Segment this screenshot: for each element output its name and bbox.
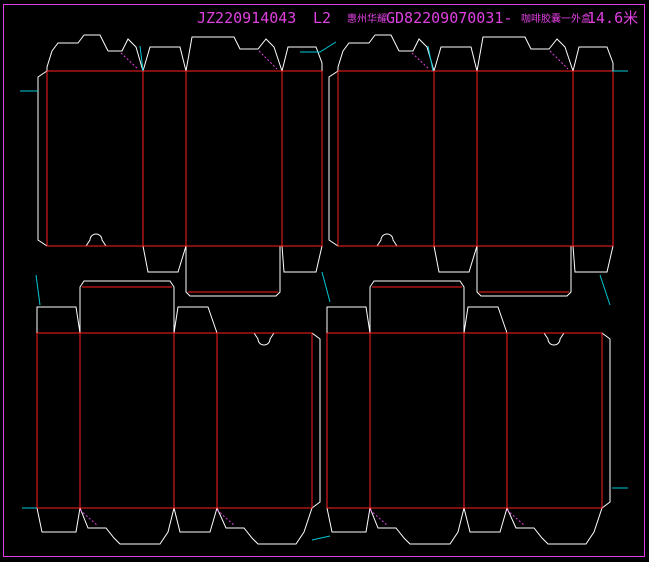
order-code: GD82209070031-: [386, 9, 512, 27]
die-cut-layout-drawing: JZ220914043 L2 惠州华耀 GD82209070031- 咖啡胶囊一…: [0, 0, 649, 562]
layout-code: L2: [313, 9, 331, 27]
customer-name: 惠州华耀: [347, 12, 387, 25]
sheet-size: 14.6米: [587, 9, 638, 27]
product-name: 咖啡胶囊一外盒: [521, 12, 591, 25]
job-code: JZ220914043: [197, 9, 296, 27]
